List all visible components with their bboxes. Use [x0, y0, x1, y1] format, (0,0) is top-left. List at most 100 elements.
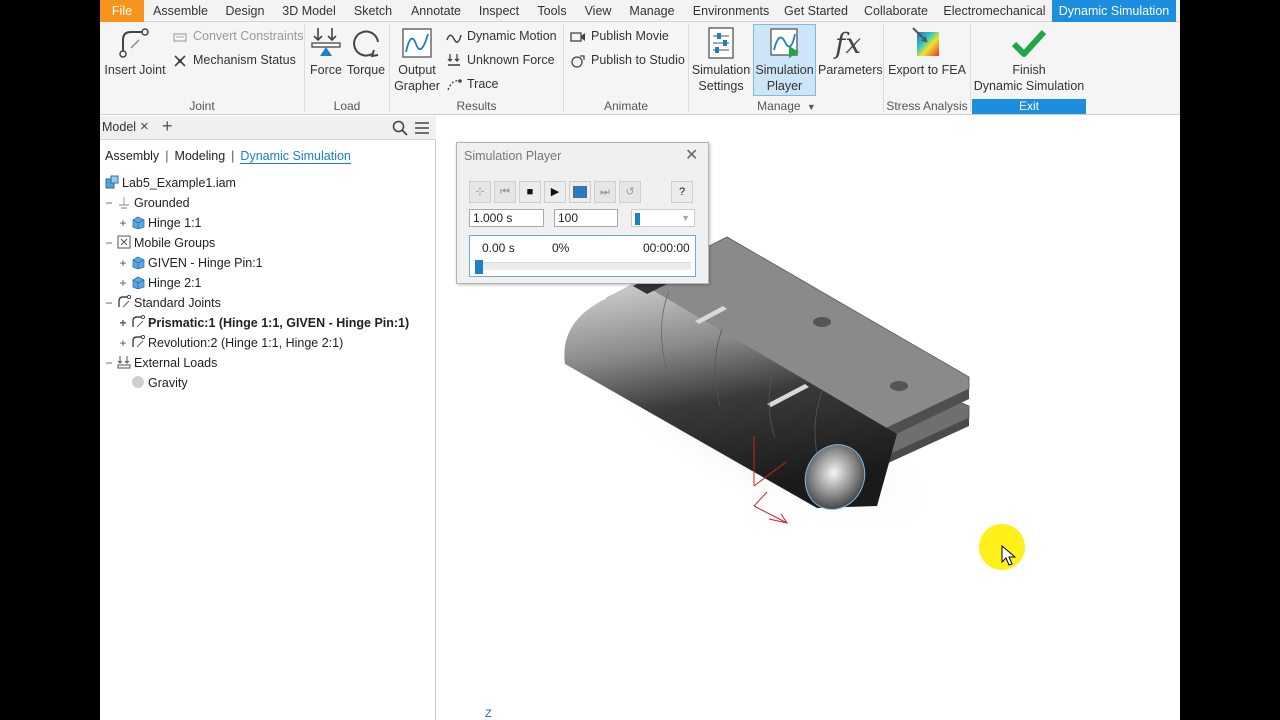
stop-icon: ■	[526, 186, 534, 198]
tree-item[interactable]: + Hinge 2:1	[117, 273, 202, 293]
dialog-title: Simulation Player	[464, 149, 562, 163]
tree-item[interactable]: − Standard Joints	[103, 293, 221, 313]
browser-tab-model[interactable]: Model	[102, 120, 136, 134]
loop-button[interactable]: ↺	[619, 181, 641, 203]
tab-manage[interactable]: Manage	[624, 0, 680, 22]
mechanism-status-button[interactable]: Mechanism Status	[172, 50, 296, 70]
trace-button[interactable]: Trace	[446, 74, 499, 94]
tree-item[interactable]: Lab5_Example1.iam	[103, 173, 236, 193]
simulation-player-dialog[interactable]: Simulation Player ✕ ⊹ ⏮ ■ ▶ ⏭ ↺ ? 1.000 …	[456, 142, 709, 284]
mode-dynamic-simulation[interactable]: Dynamic Simulation	[240, 149, 351, 164]
tab-annotate[interactable]: Annotate	[404, 0, 468, 22]
tree-item-label: Hinge 2:1	[148, 276, 202, 290]
force-button[interactable]: Force	[307, 26, 345, 78]
tab-design[interactable]: Design	[218, 0, 272, 22]
screen-refresh-button[interactable]	[569, 181, 591, 203]
filter-dropdown[interactable]: ▼	[631, 209, 695, 227]
close-icon[interactable]: ✕	[685, 145, 698, 165]
finish-dynamic-simulation-button[interactable]: Finish Dynamic Simulation	[972, 26, 1086, 94]
publish-studio-label: Publish to Studio	[591, 53, 685, 67]
tab-3d-model[interactable]: 3D Model	[276, 0, 342, 22]
tab-environments[interactable]: Environments	[686, 0, 776, 22]
insert-joint-label: Insert Joint	[104, 63, 166, 77]
export-to-fea-button[interactable]: Export to FEA	[887, 26, 967, 78]
insert-joint-button[interactable]: Insert Joint	[103, 26, 167, 78]
add-tab-icon[interactable]: +	[162, 116, 173, 137]
collapse-icon[interactable]: −	[103, 353, 115, 373]
expand-icon[interactable]: +	[117, 253, 129, 273]
browser-mode-switch: Assembly | Modeling | Dynamic Simulation	[105, 149, 351, 164]
assembly-icon	[105, 175, 119, 189]
mode-assembly[interactable]: Assembly	[105, 149, 159, 163]
expand-icon[interactable]: +	[117, 213, 129, 233]
tree-item-label: Standard Joints	[134, 296, 221, 310]
tab-view[interactable]: View	[578, 0, 618, 22]
parameters-button[interactable]: fx Parameters	[818, 26, 883, 78]
stop-button[interactable]: ■	[519, 181, 541, 203]
torque-label: Torque	[346, 63, 386, 77]
output-grapher-button[interactable]: Output Grapher	[392, 26, 442, 94]
tree-item-label: External Loads	[134, 356, 218, 370]
tab-collaborate[interactable]: Collaborate	[857, 0, 935, 22]
simulation-settings-button[interactable]: Simulation Settings	[691, 26, 751, 94]
panel-separator	[970, 24, 971, 112]
go-to-end-button[interactable]: ⏭	[594, 181, 616, 203]
expand-icon[interactable]: +	[117, 333, 129, 353]
hamburger-menu-icon[interactable]	[414, 121, 430, 135]
dynamic-motion-icon	[446, 34, 462, 43]
tree-item[interactable]: − External Loads	[103, 353, 217, 373]
progress-track[interactable]	[475, 260, 691, 274]
tree-item[interactable]: + Prismatic:1 (Hinge 1:1, GIVEN - Hinge P…	[117, 313, 409, 333]
images-field[interactable]: 100	[554, 209, 618, 227]
play-button[interactable]: ▶	[544, 181, 566, 203]
tree-item[interactable]: − Mobile Groups	[103, 233, 215, 253]
manage-panel-label[interactable]: Manage ▼	[690, 99, 883, 114]
unknown-force-button[interactable]: Unknown Force	[446, 50, 555, 70]
construction-mode-button[interactable]: ⊹	[469, 181, 491, 203]
mode-modeling[interactable]: Modeling	[174, 149, 225, 163]
expand-icon[interactable]: +	[117, 313, 129, 333]
end-time-field[interactable]: 1.000 s	[469, 209, 544, 227]
tree-item-label: GIVEN - Hinge Pin:1	[148, 256, 263, 270]
tab-inspect[interactable]: Inspect	[472, 0, 526, 22]
progress-slider-handle[interactable]	[475, 260, 483, 274]
tree-item-label: Hinge 1:1	[148, 216, 202, 230]
close-icon[interactable]: ×	[140, 118, 149, 135]
tree-item-label: Prismatic:1 (Hinge 1:1, GIVEN - Hinge Pi…	[148, 316, 410, 330]
tree-item[interactable]: − Grounded	[103, 193, 189, 213]
rewind-button[interactable]: ⏮	[494, 181, 516, 203]
sim-player-label-1: Simulation	[755, 63, 814, 77]
simulation-progress: 0.00 s 0% 00:00:00	[469, 235, 696, 277]
help-button[interactable]: ?	[671, 181, 693, 203]
tab-electromechanical[interactable]: Electromechanical	[941, 0, 1048, 22]
ribbon: Insert Joint Convert Constraints Mechani…	[100, 22, 1180, 115]
tab-sketch[interactable]: Sketch	[347, 0, 399, 22]
convert-constraints-label: Convert Constraints	[193, 29, 304, 43]
collapse-icon[interactable]: −	[103, 233, 115, 253]
publish-studio-button[interactable]: Publish to Studio	[570, 50, 685, 70]
torque-button[interactable]: Torque	[346, 26, 386, 78]
tab-dynamic-simulation[interactable]: Dynamic Simulation	[1052, 0, 1176, 22]
search-icon[interactable]	[392, 120, 408, 136]
tree-item[interactable]: + Hinge 1:1	[117, 213, 202, 233]
trace-icon	[447, 78, 462, 90]
tab-tools[interactable]: Tools	[531, 0, 573, 22]
tree-item[interactable]: Gravity	[117, 373, 188, 393]
collapse-icon[interactable]: −	[103, 193, 115, 213]
dynamic-motion-button[interactable]: Dynamic Motion	[446, 26, 557, 46]
tab-assemble[interactable]: Assemble	[147, 0, 214, 22]
tab-file[interactable]: File	[100, 0, 144, 22]
simulation-player-button[interactable]: Simulation Player	[753, 24, 816, 96]
collapse-icon[interactable]: −	[103, 293, 115, 313]
convert-constraints-button[interactable]: Convert Constraints	[172, 26, 303, 46]
tree-item[interactable]: + GIVEN - Hinge Pin:1	[117, 253, 263, 273]
rewind-icon: ⏮	[500, 186, 510, 198]
force-icon	[311, 28, 341, 56]
tree-item[interactable]: + Revolution:2 (Hinge 1:1, Hinge 2:1)	[117, 333, 343, 353]
browser-header: Model × +	[100, 116, 436, 140]
svg-text:fx: fx	[833, 27, 861, 60]
torque-icon	[353, 30, 379, 58]
expand-icon[interactable]: +	[117, 273, 129, 293]
tab-get-started[interactable]: Get Started	[781, 0, 851, 22]
publish-movie-button[interactable]: Publish Movie	[570, 26, 669, 46]
